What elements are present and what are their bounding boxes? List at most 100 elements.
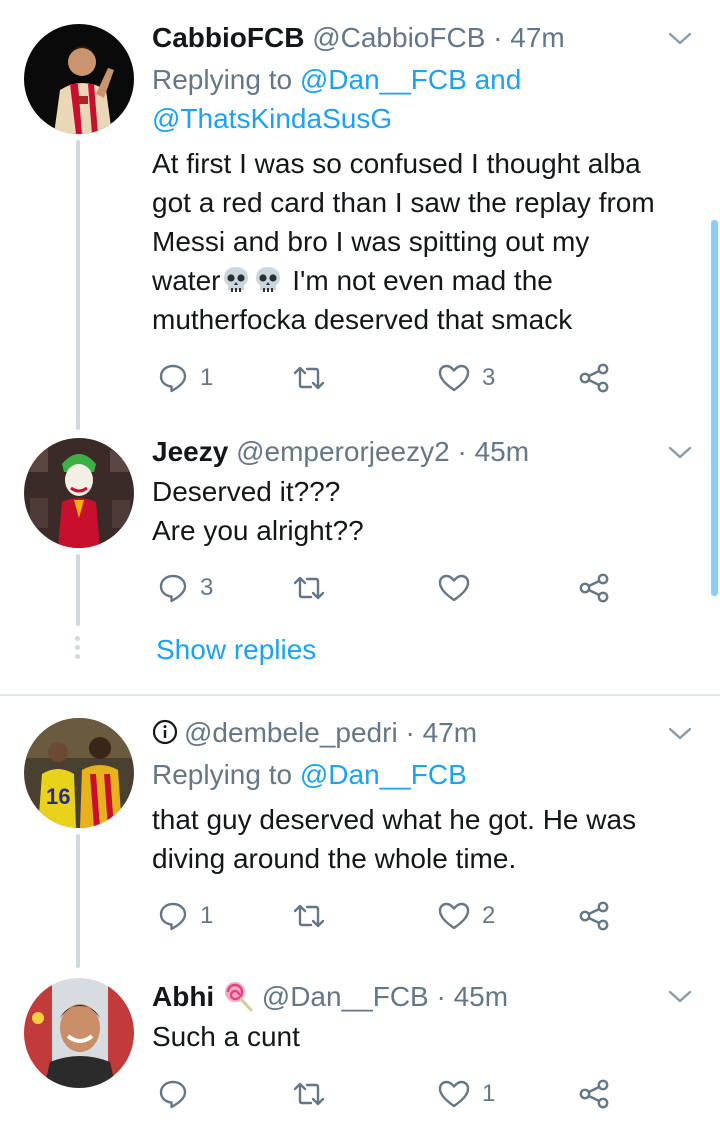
timestamp[interactable]: 45m (454, 981, 508, 1012)
avatar[interactable] (24, 24, 134, 134)
tweet-header: CabbioFCB @CabbioFCB · 47m (152, 20, 565, 56)
heart-icon (438, 364, 470, 392)
display-name[interactable]: Jeezy (152, 436, 228, 467)
tweet-actions: 1 3 (152, 358, 632, 398)
tweet-header: Abhi @Dan__FCB · 45m (152, 979, 508, 1015)
tweet-text: that guy deserved what he got. He was di… (152, 800, 702, 878)
retweet-icon (293, 1082, 325, 1106)
reply-count: 1 (200, 364, 214, 391)
share-button[interactable] (578, 358, 610, 398)
handle[interactable]: @dembele_pedri (184, 717, 398, 748)
mention-link[interactable]: @ThatsKindaSusG (152, 103, 392, 134)
divider (0, 694, 720, 696)
reply-icon (159, 574, 187, 603)
retweet-icon (293, 576, 325, 600)
text-line: mutherfocka deserved that smack (152, 304, 573, 335)
like-button[interactable]: 1 (438, 1074, 495, 1114)
reply-icon (159, 902, 187, 931)
tweet-header: @dembele_pedri · 47m (152, 715, 477, 751)
tweet-header: Jeezy @emperorjeezy2 · 45m (152, 434, 529, 470)
reply-button[interactable]: 1 (158, 358, 213, 398)
retweet-icon (293, 904, 325, 928)
like-count: 3 (482, 364, 496, 391)
replying-label: Replying to (152, 759, 293, 790)
separator: · (405, 717, 415, 748)
text-line: that guy deserved what he got. He was (152, 804, 637, 835)
replying-label: Replying to (152, 64, 293, 95)
replying-to: Replying to @Dan__FCB and @ThatsKindaSus… (152, 60, 521, 138)
reply-button[interactable] (158, 1074, 200, 1114)
chevron-down-icon[interactable] (668, 990, 692, 1004)
text-line: Deserved it??? (152, 476, 341, 507)
share-icon (579, 901, 609, 931)
share-icon (579, 1079, 609, 1109)
show-replies-link[interactable]: Show replies (156, 632, 316, 668)
heart-icon (438, 1080, 470, 1108)
scrollbar[interactable] (711, 220, 718, 596)
retweet-button[interactable] (292, 358, 338, 398)
timestamp[interactable]: 47m (423, 717, 477, 748)
separator: · (457, 436, 467, 467)
text-fragment: water (152, 265, 221, 296)
tweet-text: At first I was so confused I thought alb… (152, 144, 702, 339)
separator: · (436, 981, 446, 1012)
text-line: Messi and bro I was spitting out my (152, 226, 590, 257)
reply-count: 1 (200, 902, 214, 929)
timeline: CabbioFCB @CabbioFCB · 47m Replying to @… (0, 0, 720, 1129)
retweet-button[interactable] (292, 896, 338, 936)
text-line: At first I was so confused I thought alb… (152, 148, 641, 179)
handle[interactable]: @Dan__FCB (262, 981, 429, 1012)
lollipop-emoji (225, 982, 253, 1012)
chevron-down-icon[interactable] (668, 32, 692, 46)
like-button[interactable]: 2 (438, 896, 495, 936)
tweet-actions: 3 (152, 568, 632, 608)
like-count: 2 (482, 902, 496, 929)
text-line: Such a cunt (152, 1021, 300, 1052)
mention-link[interactable]: @Dan__FCB (300, 64, 467, 95)
separator: · (493, 22, 503, 53)
handle[interactable]: @CabbioFCB (312, 22, 485, 53)
reply-button[interactable]: 3 (158, 568, 213, 608)
skull-emoji (256, 267, 281, 292)
text-line: Are you alright?? (152, 515, 364, 546)
replying-and: and (474, 64, 522, 95)
reply-icon (159, 364, 187, 393)
chevron-down-icon[interactable] (668, 727, 692, 741)
text-line: diving around the whole time. (152, 843, 517, 874)
svg-text:16: 16 (46, 784, 70, 809)
reply-icon (159, 1080, 187, 1109)
mention-link[interactable]: @Dan__FCB (300, 759, 467, 790)
share-button[interactable] (578, 568, 610, 608)
chevron-down-icon[interactable] (668, 446, 692, 460)
thread-line (76, 554, 80, 626)
display-name[interactable]: CabbioFCB (152, 22, 304, 53)
timestamp[interactable]: 47m (510, 22, 564, 53)
thread-line (76, 140, 80, 430)
avatar[interactable] (24, 978, 134, 1088)
display-name[interactable]: Abhi (152, 981, 214, 1012)
tweet-text: Deserved it??? Are you alright?? (152, 472, 702, 550)
heart-icon (438, 902, 470, 930)
thread-more-dots (75, 636, 81, 663)
timestamp[interactable]: 45m (475, 436, 529, 467)
avatar[interactable] (24, 438, 134, 548)
avatar[interactable]: 16 (24, 718, 134, 828)
share-button[interactable] (578, 1074, 610, 1114)
handle[interactable]: @emperorjeezy2 (236, 436, 450, 467)
thread-line (76, 834, 80, 968)
like-button[interactable] (438, 568, 482, 608)
reply-button[interactable]: 1 (158, 896, 213, 936)
tweet-text: Such a cunt (152, 1017, 702, 1056)
retweet-button[interactable] (292, 1074, 338, 1114)
share-button[interactable] (578, 896, 610, 936)
reply-count: 3 (200, 574, 214, 601)
heart-icon (438, 574, 470, 602)
replying-to: Replying to @Dan__FCB (152, 755, 467, 794)
retweet-button[interactable] (292, 568, 338, 608)
tweet-actions: 1 2 (152, 896, 632, 936)
like-count: 1 (482, 1080, 496, 1107)
tweet-actions: 1 (152, 1074, 632, 1114)
text-line: got a red card than I saw the replay fro… (152, 187, 655, 218)
like-button[interactable]: 3 (438, 358, 495, 398)
share-icon (579, 363, 609, 393)
